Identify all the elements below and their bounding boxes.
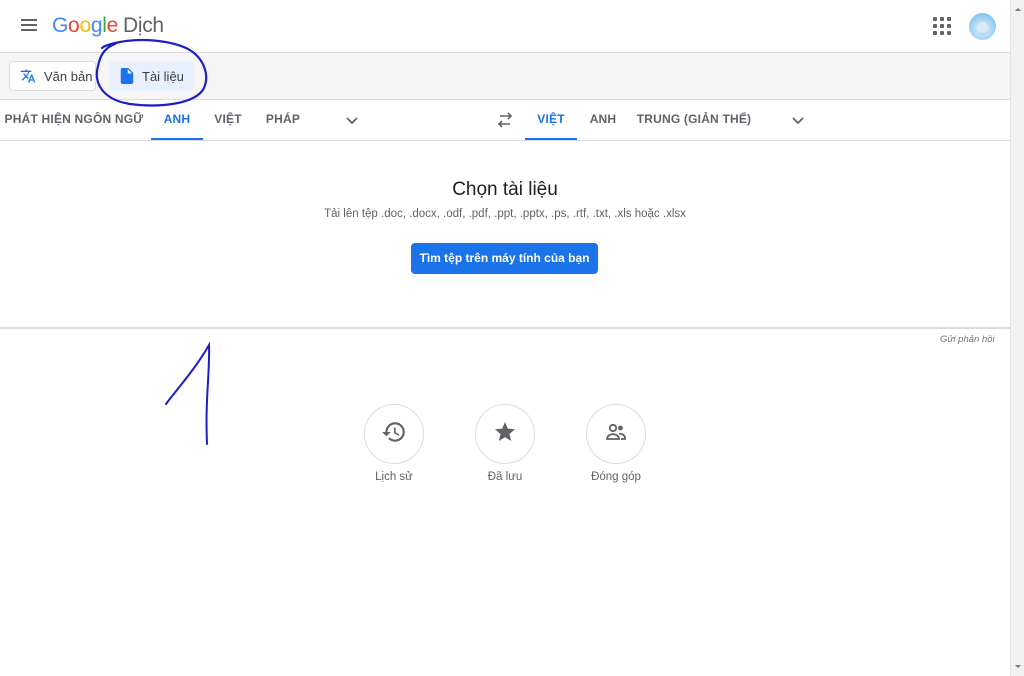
history-circle[interactable] [364, 404, 424, 464]
chevron-down-icon[interactable] [790, 112, 806, 128]
avatar[interactable] [969, 13, 996, 40]
source-lang-french[interactable]: PHÁP [258, 100, 308, 140]
menu-icon[interactable] [18, 15, 40, 37]
divider [0, 327, 1010, 329]
browse-files-button[interactable]: Tìm tệp trên máy tính của bạn [411, 243, 598, 274]
vertical-scrollbar[interactable] [1010, 0, 1024, 676]
apps-grid-icon[interactable] [933, 17, 951, 35]
document-icon [120, 68, 134, 84]
people-icon [604, 420, 628, 449]
source-lang-english[interactable]: ANH [151, 100, 203, 140]
logo-product-text: Dịch [122, 14, 164, 37]
text-mode-label: Văn bản [44, 68, 93, 84]
chevron-down-icon[interactable] [344, 112, 360, 128]
logo-google-text: Google [52, 14, 118, 37]
contribute-circle[interactable] [586, 404, 646, 464]
star-icon [493, 420, 517, 449]
contribute-label: Đóng góp [591, 471, 641, 483]
saved-circle[interactable] [475, 404, 535, 464]
mode-bar: Văn bản Tài liệu [0, 53, 1010, 100]
source-lang-vietnamese[interactable]: VIỆT [205, 100, 251, 140]
history-label: Lịch sử [375, 471, 413, 483]
language-bar: PHÁT HIỆN NGÔN NGỮ ANH VIỆT PHÁP VIỆT AN… [0, 100, 1010, 141]
document-mode-label: Tài liệu [142, 68, 184, 84]
send-feedback-link[interactable]: Gửi phản hồi [940, 334, 995, 345]
document-mode-button[interactable]: Tài liệu [109, 61, 194, 91]
document-title: Chọn tài liệu [452, 179, 558, 200]
saved-button[interactable]: Đã lưu [465, 404, 545, 483]
target-lang-vietnamese[interactable]: VIỆT [525, 100, 577, 140]
saved-label: Đã lưu [487, 471, 523, 483]
history-icon [381, 419, 407, 450]
google-translate-logo[interactable]: Google Dịch [52, 14, 164, 38]
translate-icon [20, 68, 36, 84]
source-lang-detect[interactable]: PHÁT HIỆN NGÔN NGỮ [0, 100, 148, 140]
target-lang-chinese[interactable]: TRUNG (GIẢN THỂ) [634, 100, 754, 140]
contribute-button[interactable]: Đóng góp [576, 404, 656, 483]
document-upload-area: Chọn tài liệu Tải lên tệp .doc, .docx, .… [0, 141, 1010, 328]
text-mode-button[interactable]: Văn bản [9, 61, 96, 91]
top-header: Google Dịch [0, 0, 1010, 53]
history-button[interactable]: Lịch sử [354, 404, 434, 483]
document-subtitle: Tải lên tệp .doc, .docx, .odf, .pdf, .pp… [324, 208, 686, 220]
swap-icon[interactable] [496, 112, 514, 128]
scroll-up-arrow-icon[interactable] [1011, 2, 1024, 16]
target-lang-english[interactable]: ANH [583, 100, 623, 140]
scroll-down-arrow-icon[interactable] [1011, 660, 1024, 674]
google-translate-page: Google Dịch Văn bản Tài liệu PHÁT HIỆN NG… [0, 0, 1010, 676]
